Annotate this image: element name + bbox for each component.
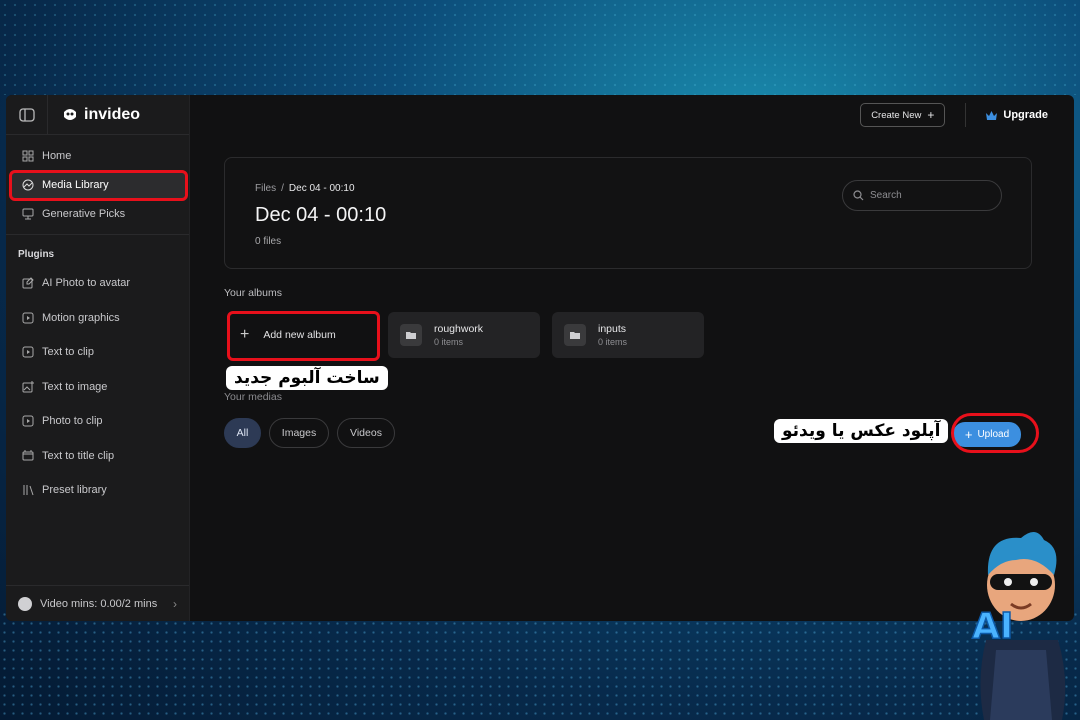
album-info: roughwork 0 items [434, 323, 483, 347]
nav-item-home[interactable]: Home [10, 141, 185, 170]
video-minutes-label: Video mins: 0.00/2 mins [40, 597, 158, 610]
album-name: roughwork [434, 323, 484, 335]
plugin-label: Text to image [42, 380, 108, 393]
plugins-heading: Plugins [18, 249, 55, 260]
plugin-preset-library[interactable]: Preset library [6, 473, 189, 508]
plugin-text-to-clip[interactable]: Text to clip [6, 335, 189, 370]
create-new-label: Create New [871, 109, 922, 121]
library-icon [23, 485, 34, 496]
plugin-label: Text to clip [42, 346, 94, 359]
album-card-inputs[interactable]: inputs 0 items [552, 312, 704, 358]
search-placeholder: Search [870, 190, 902, 201]
album-count: 0 items [434, 337, 464, 347]
title-clip-icon [22, 449, 34, 461]
upgrade-button[interactable]: Upgrade [965, 103, 1048, 127]
upgrade-label: Upgrade [1003, 109, 1048, 121]
nav-item-generative-picks[interactable]: Generative Picks [10, 199, 185, 228]
plugin-motion-graphics[interactable]: Motion graphics [6, 301, 189, 336]
medias-heading: Your medias [224, 391, 282, 403]
album-card-roughwork[interactable]: roughwork 0 items [388, 312, 540, 358]
highlight-add-album [227, 311, 380, 361]
breadcrumb-root[interactable]: Files [255, 183, 276, 194]
folder-icon [564, 324, 586, 346]
photo-edit-icon [22, 277, 34, 289]
album-info: inputs 0 items [598, 323, 627, 347]
plugin-label: Preset library [42, 484, 107, 497]
highlight-media-library [9, 170, 188, 201]
play-square-icon [22, 312, 34, 324]
breadcrumb: Files / Dec 04 - 00:10 [255, 183, 355, 194]
crown-icon [986, 110, 998, 120]
divider [6, 234, 189, 235]
ai-mascot-illustration: AI [971, 531, 1066, 720]
plus-icon: + [927, 108, 935, 122]
nav-label: Home [42, 149, 72, 162]
video-minutes-footer[interactable]: Video mins: 0.00/2 mins › [6, 585, 189, 621]
folder-header-card: Files / Dec 04 - 00:10 Dec 04 - 00:10 0 fi… [224, 157, 1032, 269]
background-dots-bottom [0, 610, 1080, 720]
create-new-button[interactable]: Create New + [860, 103, 946, 127]
mascot-ai-text: AI [972, 606, 1013, 647]
topbar: Create New + Upgrade [190, 95, 1074, 135]
album-name: inputs [598, 323, 627, 335]
search-icon [853, 190, 864, 201]
album-count: 0 items [598, 337, 628, 347]
nav-label: Generative Picks [42, 207, 126, 220]
filter-all[interactable]: All [224, 418, 261, 448]
file-count: 0 files [255, 236, 282, 247]
sidebar-toggle-button[interactable] [6, 95, 48, 135]
grid-icon [22, 150, 34, 161]
invideo-logo[interactable]: invideo [48, 106, 140, 124]
plugin-photo-to-clip[interactable]: Photo to clip [6, 404, 189, 439]
plugin-label: AI Photo to avatar [42, 277, 131, 290]
sidebar-header: invideo [6, 95, 189, 135]
filter-images[interactable]: Images [269, 418, 329, 448]
sidebar-toggle-icon [18, 107, 35, 122]
usage-circle-icon [18, 596, 32, 611]
plugin-text-to-image[interactable]: Text to image [6, 370, 189, 405]
plugin-text-to-title-clip[interactable]: Text to title clip [6, 439, 189, 474]
callout-new-album: ساخت آلبوم جدید [226, 366, 388, 390]
page-title: Dec 04 - 00:10 [255, 204, 387, 226]
breadcrumb-current: Dec 04 - 00:10 [288, 183, 355, 194]
play-square-icon [22, 346, 34, 358]
breadcrumb-separator: / [281, 183, 284, 194]
background-dots-top [0, 0, 1080, 95]
folder-icon [400, 324, 422, 346]
plugin-label: Motion graphics [42, 311, 120, 324]
search-input[interactable]: Search [842, 180, 1002, 211]
monitor-icon [22, 208, 34, 219]
plugin-label: Text to title clip [42, 449, 115, 462]
plugin-label: Photo to clip [42, 415, 103, 428]
brand-name: invideo [84, 105, 141, 123]
plugins-list: AI Photo to avatar Motion graphics Text … [6, 266, 189, 508]
highlight-upload [951, 413, 1039, 453]
image-plus-icon [22, 380, 34, 393]
plugin-ai-photo-to-avatar[interactable]: AI Photo to avatar [6, 266, 189, 301]
callout-upload: آپلود عکس یا ویدئو [774, 419, 949, 443]
play-square-icon [22, 415, 34, 427]
chevron-right-icon: › [173, 596, 177, 611]
filter-videos[interactable]: Videos [337, 418, 395, 448]
albums-heading: Your albums [224, 287, 282, 299]
logo-icon [64, 108, 76, 120]
